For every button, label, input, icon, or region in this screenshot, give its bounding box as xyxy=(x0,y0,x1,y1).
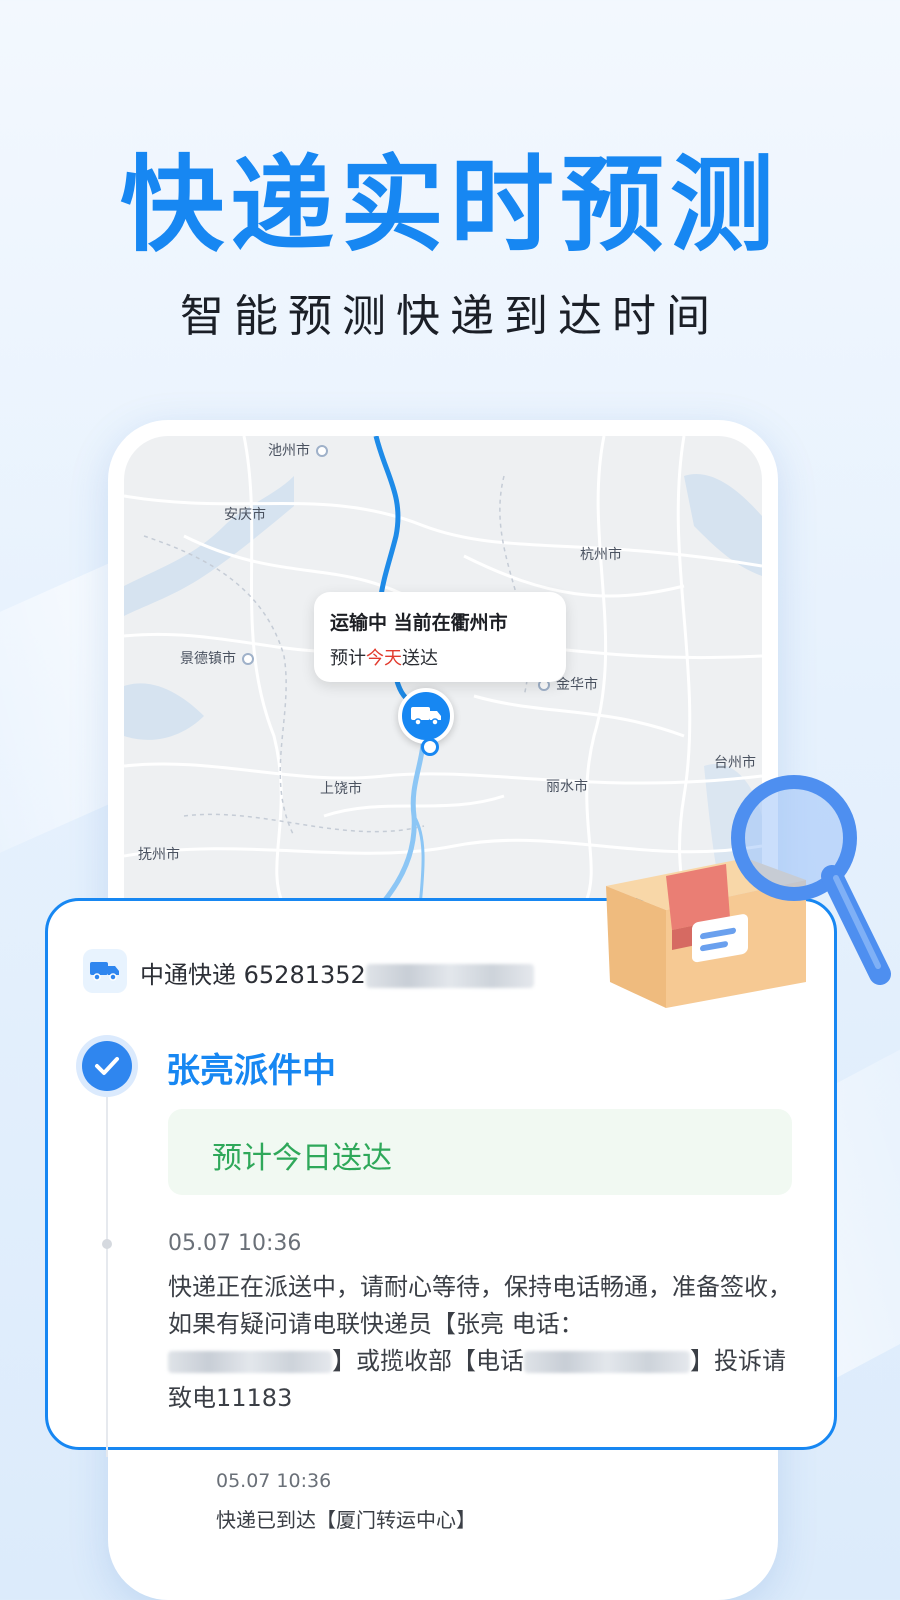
redacted-phone xyxy=(168,1351,332,1373)
eta-label: 预计今日送达 xyxy=(212,1141,392,1176)
timeline-dot xyxy=(102,1239,112,1249)
map-city-label: 景德镇市 xyxy=(180,648,254,668)
eta-text: 预计今天送达 xyxy=(330,648,438,669)
delivery-status-title: 张亮派件中 xyxy=(166,1051,336,1091)
map-city-label: 池州市 xyxy=(268,440,328,460)
event-description: 快递正在派送中，请耐心等待，保持电话畅通，准备签收，如果有疑问请电联快递员【张亮… xyxy=(168,1273,792,1412)
check-icon xyxy=(82,1041,132,1091)
shipment-status-bubble: 运输中 当前在衢州市 预计今天送达 xyxy=(314,592,566,682)
map-city-label: 杭州市 xyxy=(580,547,622,563)
tracking-number[interactable]: 中通快递 65281352 xyxy=(140,955,534,990)
map-city-label: 丽水市 xyxy=(546,779,588,795)
event-description: 快递已到达【厦门转运中心】 xyxy=(216,1508,476,1532)
hero-title: 快递实时预测 xyxy=(119,144,780,266)
truck-icon xyxy=(411,707,441,726)
transit-status-text: 运输中 当前在衢州市 xyxy=(330,612,508,634)
map-city-label: 安庆市 xyxy=(224,507,266,523)
redacted-number xyxy=(365,964,534,988)
redacted-phone xyxy=(524,1351,690,1373)
eta-box: 预计今日送达 xyxy=(168,1109,792,1195)
package-illustration xyxy=(606,775,891,1008)
route-marker xyxy=(421,738,439,756)
event-time: 05.07 10:36 xyxy=(168,1231,302,1256)
timeline-line xyxy=(106,1097,108,1457)
truck-icon xyxy=(83,949,127,993)
event-time: 05.07 10:36 xyxy=(216,1470,332,1492)
map-city-label: 抚州市 xyxy=(138,847,180,863)
location-pin-icon[interactable] xyxy=(398,688,454,744)
map-city-label: 上饶市 xyxy=(320,781,362,797)
hero-subtitle: 智能预测快递到达时间 xyxy=(180,291,720,342)
